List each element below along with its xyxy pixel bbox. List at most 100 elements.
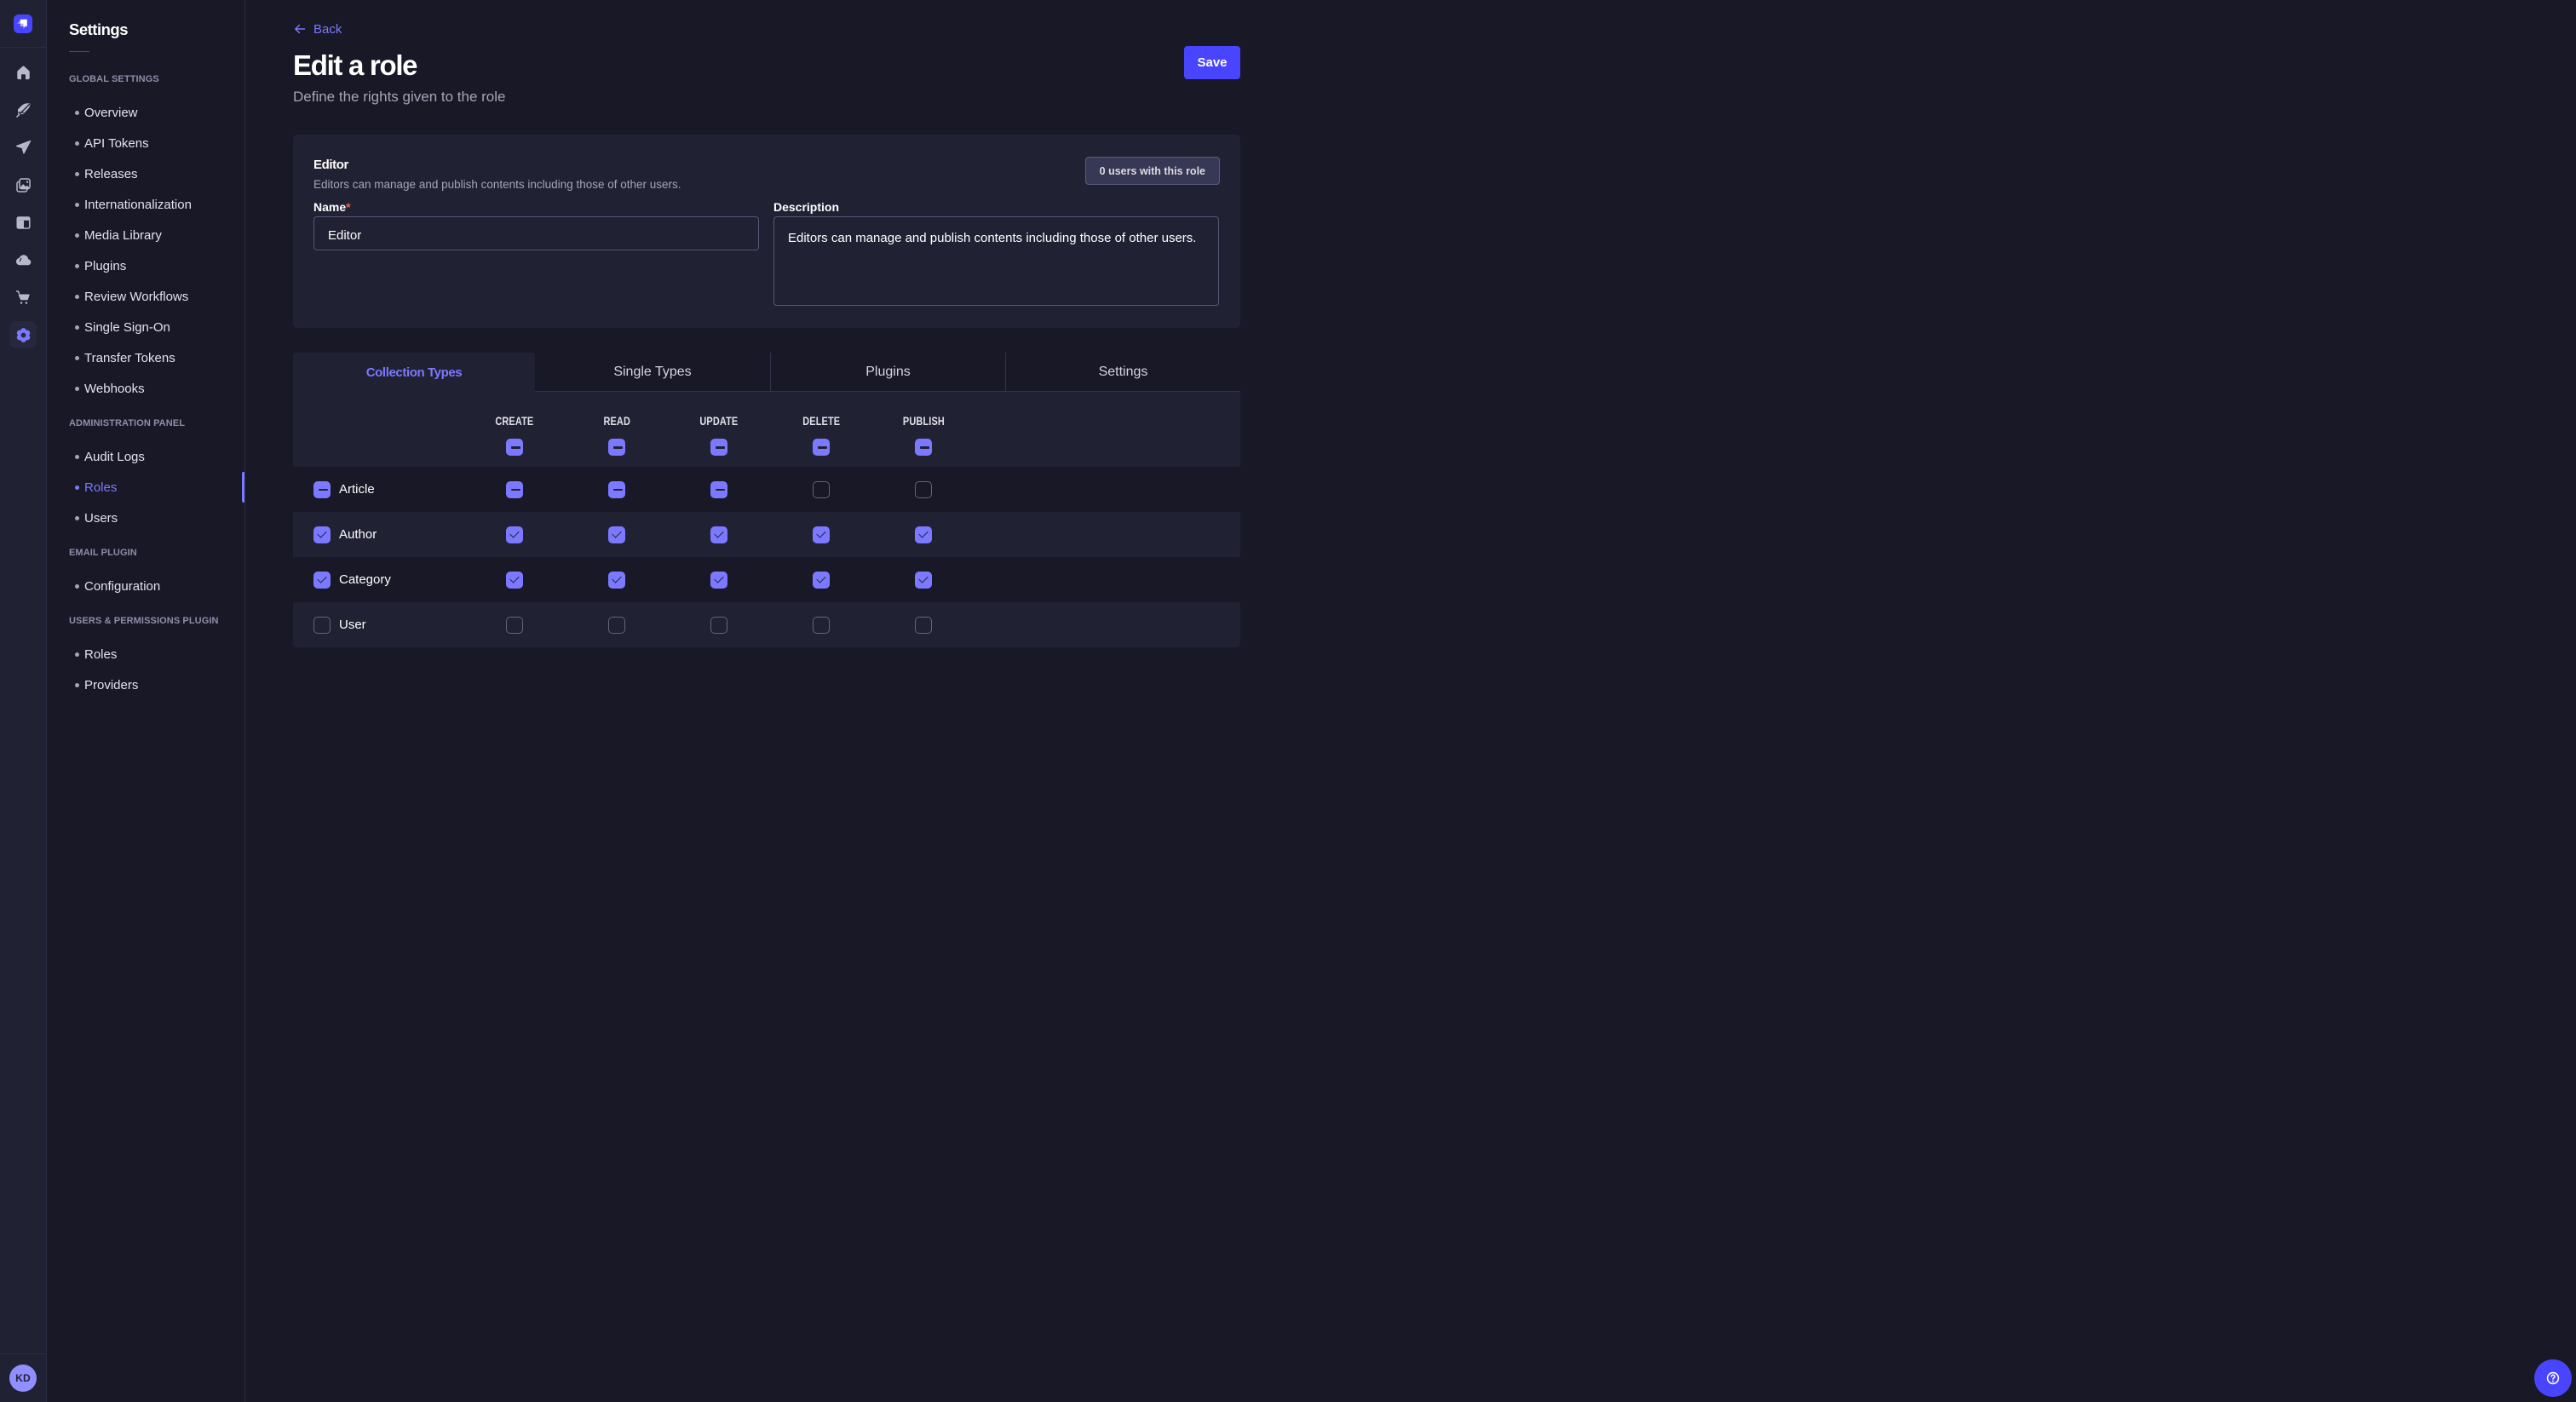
name-field-label: Name* (313, 200, 351, 214)
cart-icon (14, 289, 32, 307)
select-all-publish-checkbox[interactable] (915, 439, 932, 456)
article-update-checkbox[interactable] (710, 481, 727, 498)
tab-plugins[interactable]: Plugins (770, 353, 1005, 392)
article-read-checkbox[interactable] (608, 481, 625, 498)
sidebar-item-api-tokens[interactable]: API Tokens (69, 128, 244, 158)
description-field-label: Description (773, 200, 839, 214)
bullet-icon (75, 325, 79, 330)
sidebar-item-configuration[interactable]: Configuration (69, 571, 244, 601)
sidebar-item-audit-logs[interactable]: Audit Logs (69, 441, 244, 472)
sidebar-item-plugins[interactable]: Plugins (69, 250, 244, 281)
sidebar-item-roles[interactable]: Roles (69, 639, 244, 669)
nav-item-cloud[interactable] (9, 246, 37, 273)
strapi-logo[interactable] (14, 14, 32, 33)
question-mark-icon (2544, 1369, 2562, 1388)
author-read-checkbox[interactable] (608, 526, 625, 543)
nav-item-settings[interactable] (9, 321, 37, 348)
column-header-create: CREATE (463, 392, 566, 467)
description-textarea[interactable]: Editors can manage and publish contents … (773, 216, 1219, 306)
tab-single-types[interactable]: Single Types (535, 353, 770, 392)
permission-row-article: Article (293, 467, 1240, 512)
article-publish-checkbox[interactable] (915, 481, 932, 498)
sidebar-item-single-sign-on[interactable]: Single Sign-On (69, 312, 244, 342)
category-row-checkbox[interactable] (313, 572, 331, 589)
help-button[interactable] (2534, 1359, 2572, 1397)
category-update-checkbox[interactable] (710, 572, 727, 589)
nav-divider (0, 47, 46, 48)
user-row-checkbox[interactable] (313, 617, 331, 634)
column-header-read: READ (566, 392, 668, 467)
author-update-checkbox[interactable] (710, 526, 727, 543)
sidebar-section-label: USERS & PERMISSIONS PLUGIN (69, 614, 244, 628)
nav-item-content-manager[interactable] (9, 209, 37, 236)
home-icon (14, 64, 32, 82)
permissions-table-header: CREATEREADUPDATEDELETEPUBLISH (293, 392, 1240, 467)
sidebar-item-roles[interactable]: Roles (69, 472, 244, 503)
users-with-role-badge[interactable]: 0 users with this role (1085, 157, 1220, 185)
sidebar-item-review-workflows[interactable]: Review Workflows (69, 281, 244, 312)
column-label: CREATE (495, 414, 533, 428)
category-read-checkbox[interactable] (608, 572, 625, 589)
sidebar-title-divider (69, 51, 89, 52)
nav-item-marketplace[interactable] (9, 284, 37, 311)
author-delete-checkbox[interactable] (813, 526, 830, 543)
sidebar-item-users[interactable]: Users (69, 503, 244, 533)
bullet-icon (75, 455, 79, 459)
user-delete-checkbox[interactable] (813, 617, 830, 634)
sidebar-item-transfer-tokens[interactable]: Transfer Tokens (69, 342, 244, 373)
bullet-icon (75, 203, 79, 207)
article-row-checkbox[interactable] (313, 481, 331, 498)
settings-sidebar: Settings GLOBAL SETTINGSOverviewAPI Toke… (47, 0, 245, 1402)
bullet-icon (75, 172, 79, 176)
tab-settings[interactable]: Settings (1005, 353, 1240, 392)
user-create-checkbox[interactable] (506, 617, 523, 634)
category-delete-checkbox[interactable] (813, 572, 830, 589)
sidebar-item-internationalization[interactable]: Internationalization (69, 189, 244, 220)
user-read-checkbox[interactable] (608, 617, 625, 634)
bullet-icon (75, 141, 79, 146)
bullet-icon (75, 111, 79, 115)
category-publish-checkbox[interactable] (915, 572, 932, 589)
permissions-tabbar: Collection TypesSingle TypesPluginsSetti… (293, 353, 1240, 392)
nav-item-content-type-builder[interactable] (9, 96, 37, 124)
article-delete-checkbox[interactable] (813, 481, 830, 498)
sidebar-item-overview[interactable]: Overview (69, 97, 244, 128)
column-header-delete: DELETE (770, 392, 872, 467)
sidebar-item-media-library[interactable]: Media Library (69, 220, 244, 250)
permissions-card: Collection TypesSingle TypesPluginsSetti… (293, 353, 1240, 647)
paper-plane-icon (14, 139, 32, 157)
nav-item-deploy[interactable] (9, 134, 37, 161)
category-create-checkbox[interactable] (506, 572, 523, 589)
permissions-table: CREATEREADUPDATEDELETEPUBLISH ArticleAut… (293, 392, 1240, 647)
required-asterisk: * (346, 200, 350, 214)
bullet-icon (75, 295, 79, 299)
permission-row-category: Category (293, 557, 1240, 602)
bullet-icon (75, 683, 79, 687)
name-input[interactable] (313, 216, 759, 250)
select-all-delete-checkbox[interactable] (813, 439, 830, 456)
column-label: DELETE (802, 414, 840, 428)
select-all-update-checkbox[interactable] (710, 439, 727, 456)
row-label: Article (339, 482, 375, 497)
save-button[interactable]: Save (1184, 46, 1240, 79)
page-subtitle: Define the rights given to the role (293, 87, 1240, 107)
bullet-icon (75, 233, 79, 238)
sidebar-item-releases[interactable]: Releases (69, 158, 244, 189)
sidebar-item-providers[interactable]: Providers (69, 669, 244, 700)
author-publish-checkbox[interactable] (915, 526, 932, 543)
select-all-create-checkbox[interactable] (506, 439, 523, 456)
nav-item-home[interactable] (9, 59, 37, 86)
avatar[interactable]: KD (9, 1365, 37, 1392)
select-all-read-checkbox[interactable] (608, 439, 625, 456)
bullet-icon (75, 264, 79, 268)
author-row-checkbox[interactable] (313, 526, 331, 543)
author-create-checkbox[interactable] (506, 526, 523, 543)
article-create-checkbox[interactable] (506, 481, 523, 498)
back-link[interactable]: Back (293, 20, 342, 37)
tab-collection-types[interactable]: Collection Types (293, 353, 535, 392)
user-publish-checkbox[interactable] (915, 617, 932, 634)
sidebar-section-label: GLOBAL SETTINGS (69, 72, 244, 86)
user-update-checkbox[interactable] (710, 617, 727, 634)
sidebar-item-webhooks[interactable]: Webhooks (69, 373, 244, 404)
nav-item-media-library[interactable] (9, 171, 37, 198)
